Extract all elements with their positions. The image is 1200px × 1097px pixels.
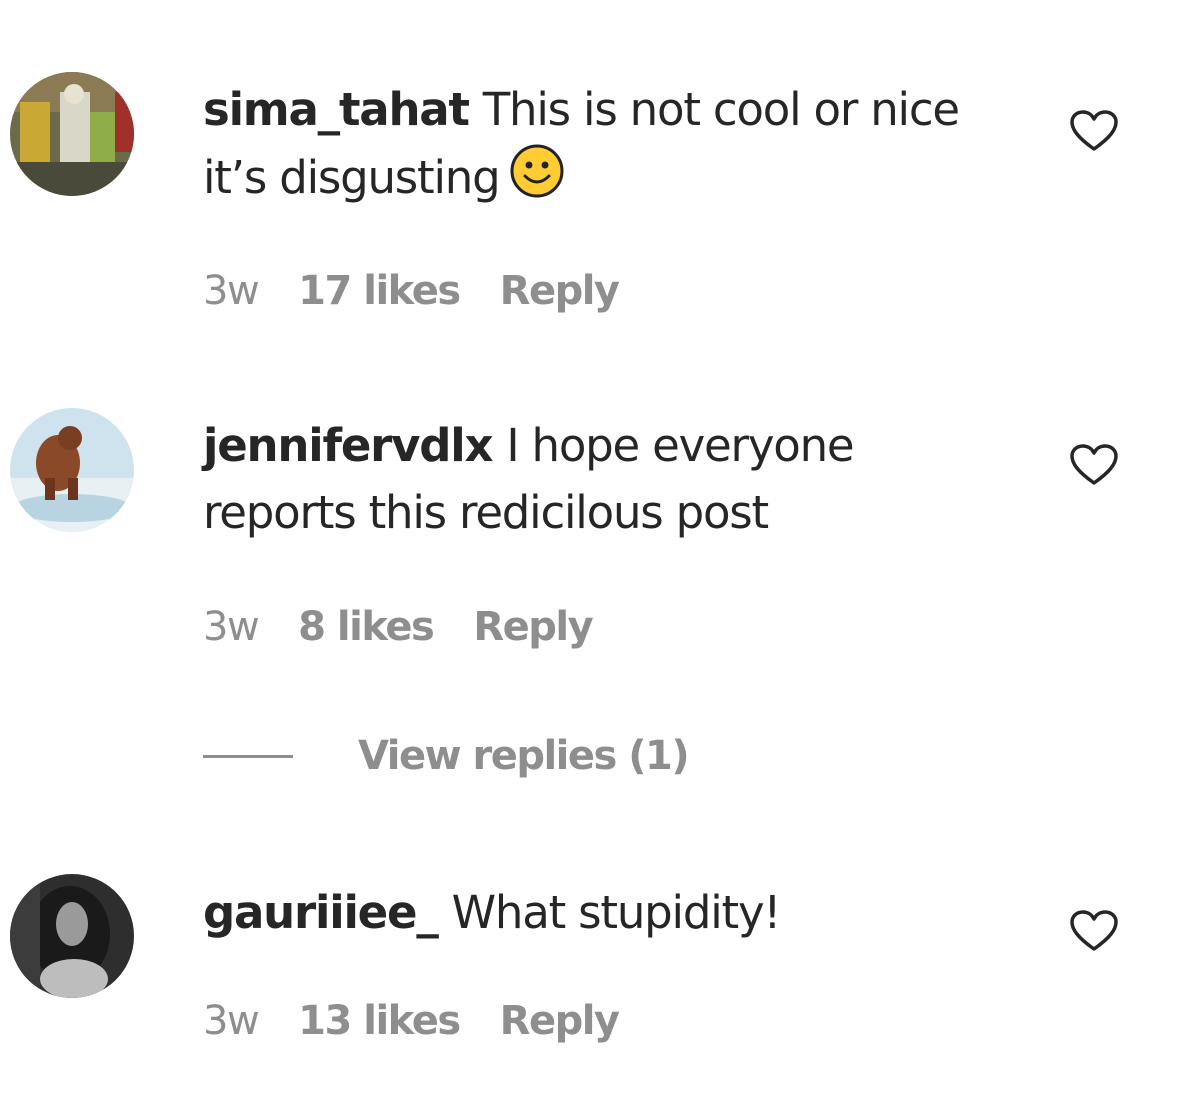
username[interactable]: gauriiiee_ [203,886,439,939]
username[interactable]: jennifervdlx [203,419,494,472]
username[interactable]: sima_tahat [203,83,470,136]
comment-text: sima_tahat This is not cool or nice it’s … [203,76,963,217]
reply-button[interactable]: Reply [500,998,620,1044]
likes-count[interactable]: 17 likes [298,268,461,314]
comment-body: What stupidity! [451,886,782,939]
slightly-smiling-face-icon [509,143,565,217]
comment-meta: 3w 8 likes Reply [203,604,632,650]
comment-text: gauriiiee_ What stupidity! [203,879,963,946]
comment-meta: 3w 13 likes Reply [203,998,659,1044]
comment-age: 3w [203,998,260,1044]
likes-count[interactable]: 8 likes [298,604,435,650]
comment-meta: 3w 17 likes Reply [203,268,659,314]
reply-button[interactable]: Reply [500,268,620,314]
view-replies-button[interactable]: View replies (1) [203,728,690,784]
avatar[interactable] [10,408,134,532]
comment-text: jennifervdlx I hope everyone reports this… [203,412,963,546]
view-replies-label: View replies (1) [358,733,690,779]
comment-age: 3w [203,268,260,314]
avatar[interactable] [10,72,134,196]
avatar[interactable] [10,874,134,998]
heart-outline-icon[interactable] [1069,443,1119,487]
reply-button[interactable]: Reply [473,604,593,650]
heart-outline-icon[interactable] [1069,909,1119,953]
comment-age: 3w [203,604,260,650]
likes-count[interactable]: 13 likes [298,998,461,1044]
replies-divider-line [203,754,293,758]
heart-outline-icon[interactable] [1069,109,1119,153]
